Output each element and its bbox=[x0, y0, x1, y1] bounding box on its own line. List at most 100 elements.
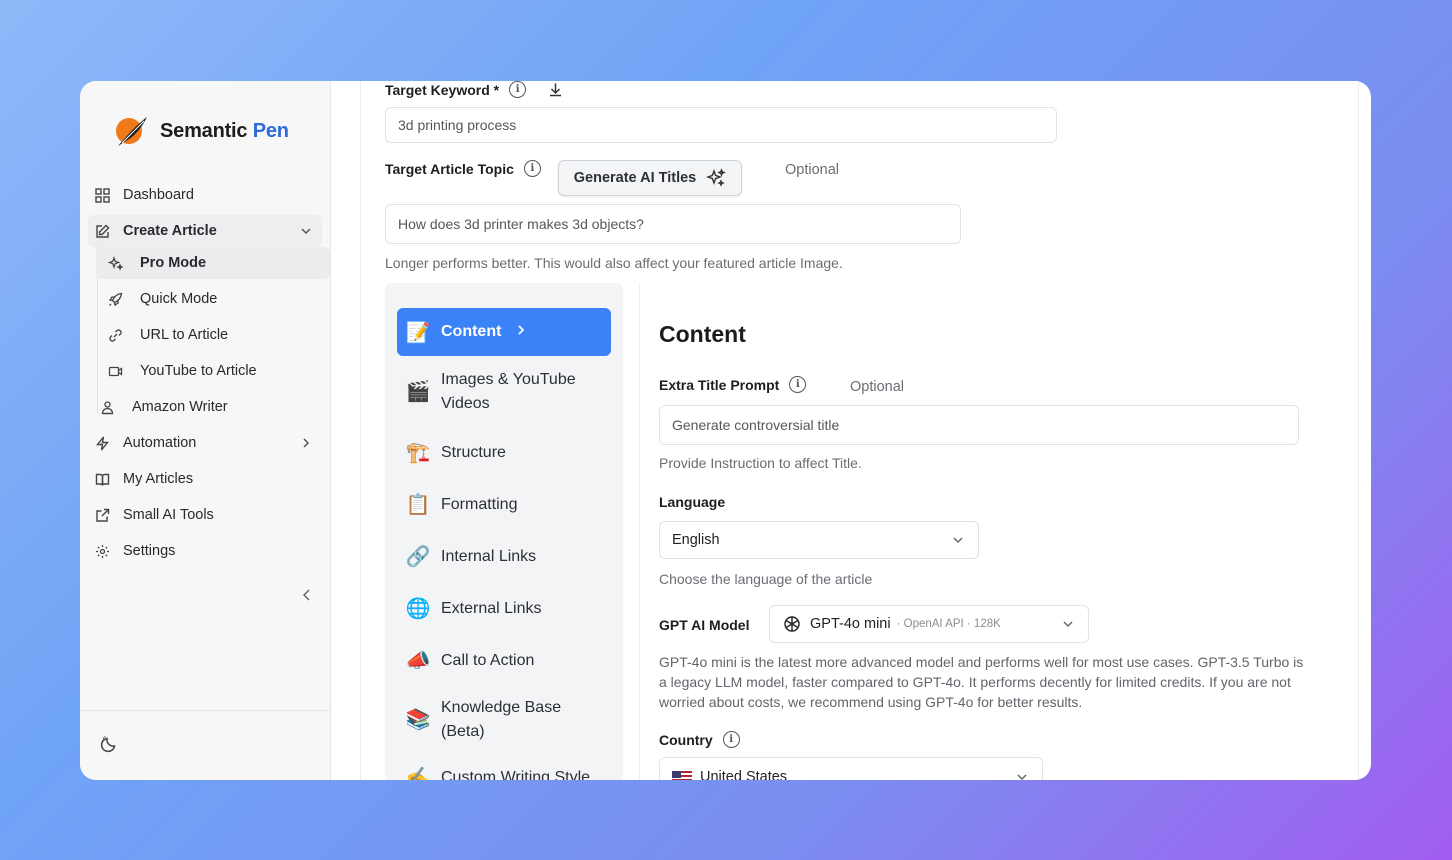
topic-optional-label: Optional bbox=[785, 162, 840, 178]
sidebar-item-pro-mode[interactable]: Pro Mode bbox=[96, 247, 330, 279]
country-select[interactable]: United States bbox=[659, 757, 1043, 780]
tab-label: Knowledge Base (Beta) bbox=[441, 699, 562, 740]
extra-title-input[interactable]: Generate controversial title bbox=[659, 405, 1299, 445]
sidebar-footer bbox=[80, 710, 331, 780]
tab-custom-writing-style[interactable]: ✍️ Custom Writing Style bbox=[397, 765, 611, 780]
info-icon[interactable]: i bbox=[523, 160, 541, 177]
sidebar-item-create-article[interactable]: Create Article bbox=[88, 215, 322, 247]
tab-structure[interactable]: 🏗️ Structure bbox=[397, 440, 611, 465]
tab-label: Structure bbox=[441, 443, 506, 461]
target-keyword-input[interactable]: 3d printing process bbox=[385, 107, 1057, 143]
model-select[interactable]: GPT-4o mini · OpenAI API · 128K bbox=[769, 605, 1089, 643]
country-label: Country bbox=[659, 731, 713, 748]
model-description: GPT-4o mini is the latest more advanced … bbox=[659, 654, 1304, 710]
brand-name: Semantic Pen bbox=[160, 119, 289, 142]
sidebar-item-label: Settings bbox=[123, 543, 176, 559]
globe-icon: 🌐 bbox=[405, 598, 431, 620]
sidebar-item-label: My Articles bbox=[123, 471, 194, 487]
topic-hint: Longer performs better. This would also … bbox=[385, 255, 843, 271]
grid-icon bbox=[91, 187, 113, 203]
video-camera-icon bbox=[104, 364, 126, 379]
target-topic-label: Target Article Topic bbox=[385, 160, 514, 177]
quill-logo-icon bbox=[116, 117, 147, 146]
article-topic-input[interactable]: How does 3d printer makes 3d objects? bbox=[385, 204, 961, 244]
chevron-right-icon bbox=[300, 437, 312, 449]
sidebar-item-my-articles[interactable]: My Articles bbox=[88, 463, 322, 495]
download-icon[interactable] bbox=[548, 82, 563, 97]
gear-icon bbox=[91, 544, 113, 559]
sidebar-item-label: Create Article bbox=[123, 223, 217, 239]
sidebar-item-label: Quick Mode bbox=[140, 291, 218, 307]
language-hint: Choose the language of the article bbox=[659, 571, 873, 587]
tab-label: Call to Action bbox=[441, 651, 535, 669]
chevron-down-icon bbox=[300, 225, 312, 237]
info-icon[interactable]: i bbox=[722, 731, 740, 748]
extra-title-optional: Optional bbox=[850, 379, 905, 395]
sparkle-icon bbox=[706, 168, 727, 187]
sidebar: Semantic Pen Dashboard Create Article Pr… bbox=[80, 81, 331, 780]
clipboard-icon: 📋 bbox=[405, 494, 431, 516]
tab-internal-links[interactable]: 🔗 Internal Links bbox=[397, 544, 611, 569]
sidebar-item-amazon-writer[interactable]: Amazon Writer bbox=[88, 391, 322, 423]
sidebar-item-youtube-to-article[interactable]: YouTube to Article bbox=[96, 355, 330, 387]
country-value: United States bbox=[700, 769, 788, 780]
sidebar-item-small-ai-tools[interactable]: Small AI Tools bbox=[88, 499, 322, 531]
model-value: GPT-4o mini bbox=[810, 616, 891, 632]
language-label: Language bbox=[659, 494, 726, 510]
extra-title-label: Extra Title Prompt bbox=[659, 376, 780, 393]
content-settings-pane: Content Extra Title Prompt i Optional Ge… bbox=[639, 283, 1323, 780]
sparkle-icon bbox=[104, 255, 126, 271]
external-link-icon bbox=[91, 508, 113, 523]
target-keyword-label: Target Keyword * bbox=[385, 81, 500, 98]
moon-icon bbox=[100, 736, 116, 753]
sidebar-item-label: Pro Mode bbox=[140, 255, 207, 271]
country-row: Country i bbox=[659, 731, 740, 748]
tab-content[interactable]: 📝 Content bbox=[397, 308, 611, 356]
link-icon bbox=[104, 328, 126, 343]
construction-icon: 🏗️ bbox=[405, 442, 431, 464]
brand-logo[interactable]: Semantic Pen bbox=[114, 113, 289, 149]
tab-label: Formatting bbox=[441, 495, 518, 513]
sidebar-item-automation[interactable]: Automation bbox=[88, 427, 322, 459]
extra-title-hint: Provide Instruction to affect Title. bbox=[659, 455, 862, 471]
info-icon[interactable]: i bbox=[789, 376, 807, 393]
lightning-icon bbox=[91, 436, 113, 451]
tab-call-to-action[interactable]: 📣 Call to Action bbox=[397, 648, 611, 673]
chevron-right-icon bbox=[515, 323, 527, 341]
chevron-down-icon bbox=[952, 534, 964, 546]
tab-external-links[interactable]: 🌐 External Links bbox=[397, 596, 611, 621]
chevron-down-icon bbox=[1016, 771, 1028, 780]
us-flag-icon bbox=[672, 770, 692, 780]
sidebar-item-label: Amazon Writer bbox=[132, 399, 228, 415]
language-select[interactable]: English bbox=[659, 521, 979, 559]
writing-hand-icon: ✍️ bbox=[405, 767, 431, 780]
collapse-sidebar-button[interactable] bbox=[300, 588, 314, 607]
openai-icon bbox=[784, 616, 800, 632]
settings-tabs: 📝 Content 🎬 Images & YouTube Videos 🏗️ St… bbox=[385, 283, 623, 780]
target-keyword-row: Target Keyword * i bbox=[385, 81, 563, 98]
tab-label: External Links bbox=[441, 599, 542, 617]
tab-label: Content bbox=[441, 323, 502, 340]
theme-toggle-button[interactable] bbox=[100, 735, 118, 758]
main-content: Target Keyword * i 3d printing process T… bbox=[360, 81, 1359, 780]
tab-formatting[interactable]: 📋 Formatting bbox=[397, 492, 611, 517]
language-value: English bbox=[672, 532, 720, 548]
sidebar-item-quick-mode[interactable]: Quick Mode bbox=[96, 283, 330, 315]
sidebar-item-label: Automation bbox=[123, 435, 197, 451]
rocket-icon bbox=[104, 292, 126, 307]
link-icon: 🔗 bbox=[405, 546, 431, 568]
tab-knowledge-base[interactable]: 📚 Knowledge Base (Beta) bbox=[397, 696, 611, 744]
generate-button-label: Generate AI Titles bbox=[573, 170, 697, 186]
sidebar-item-label: Dashboard bbox=[123, 187, 194, 203]
sidebar-item-label: Small AI Tools bbox=[123, 507, 214, 523]
sidebar-item-settings[interactable]: Settings bbox=[88, 535, 322, 567]
extra-title-row: Extra Title Prompt i bbox=[659, 376, 807, 393]
sidebar-item-url-to-article[interactable]: URL to Article bbox=[96, 319, 330, 351]
chevron-left-icon bbox=[302, 589, 310, 601]
info-icon[interactable]: i bbox=[509, 81, 527, 98]
tab-images-youtube[interactable]: 🎬 Images & YouTube Videos bbox=[397, 368, 611, 416]
generate-ai-titles-button[interactable]: Generate AI Titles bbox=[558, 160, 742, 196]
model-meta: · OpenAI API · 128K bbox=[896, 618, 1001, 630]
sidebar-item-dashboard[interactable]: Dashboard bbox=[88, 179, 322, 211]
tab-label: Internal Links bbox=[441, 547, 537, 565]
